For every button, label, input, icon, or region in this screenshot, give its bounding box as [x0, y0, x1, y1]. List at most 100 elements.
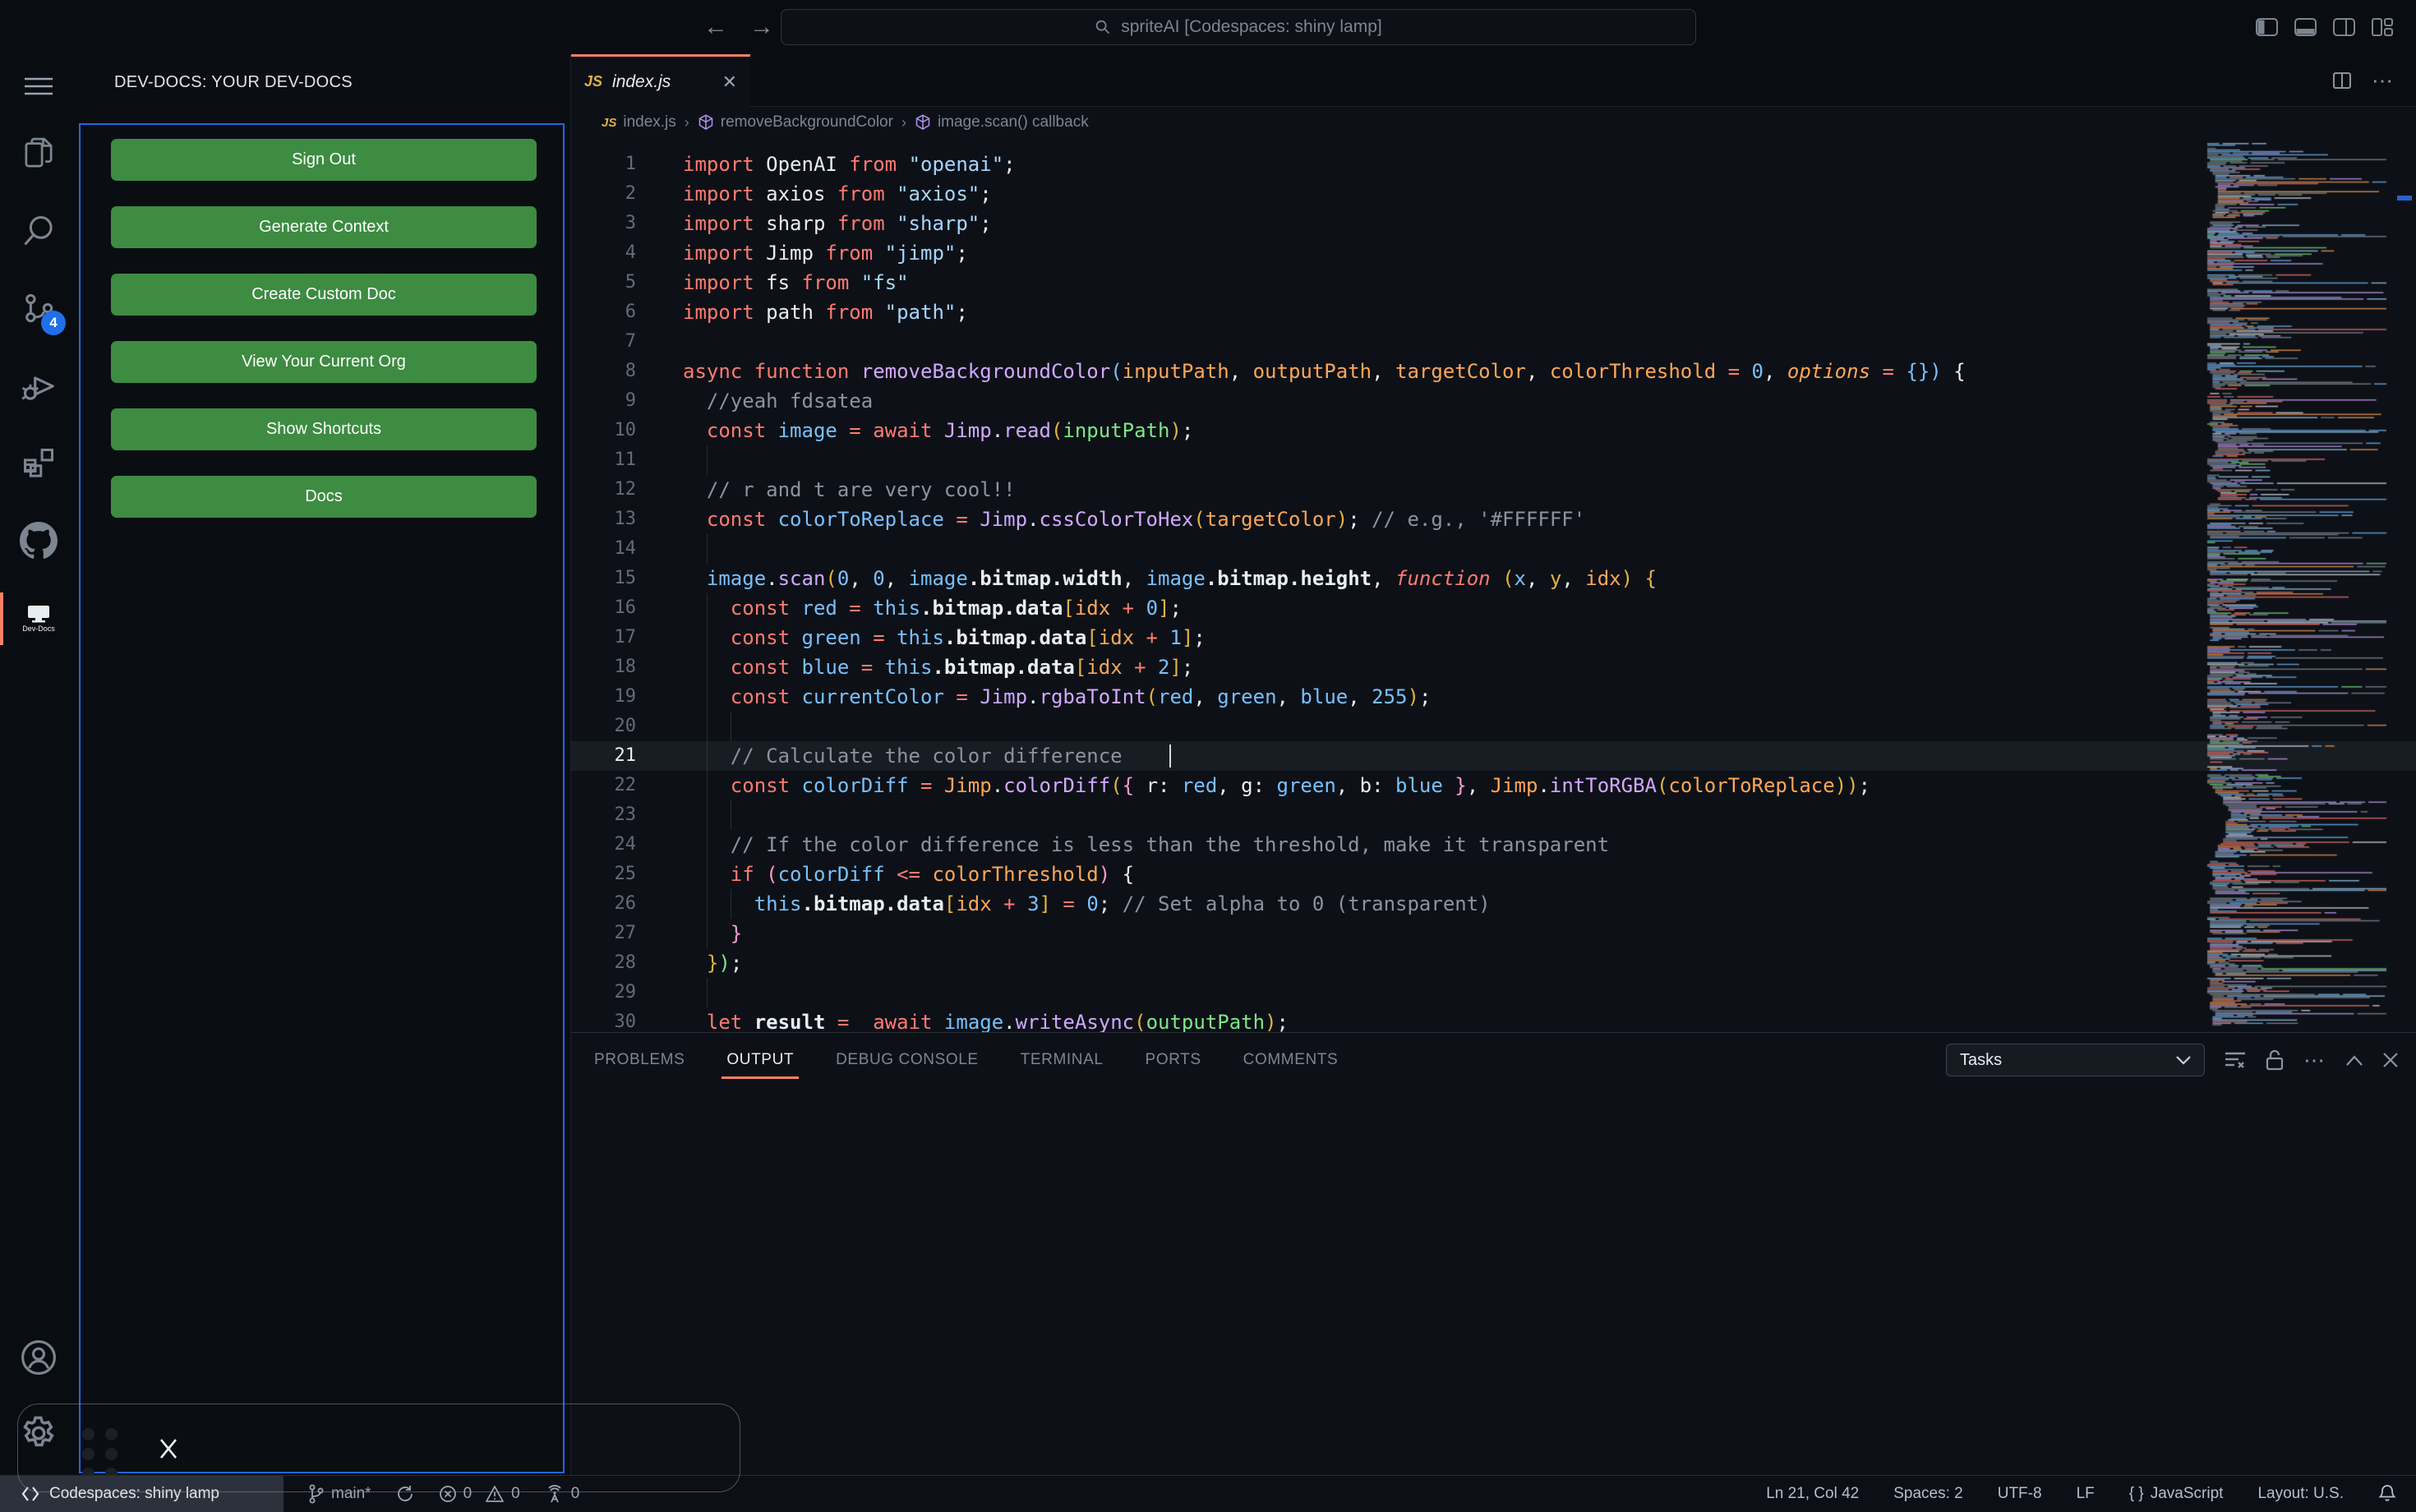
tab-close-icon[interactable]: ✕	[722, 71, 737, 93]
ports-item[interactable]: 0	[545, 1484, 579, 1504]
explorer-icon[interactable]	[0, 125, 77, 182]
source-control-icon[interactable]: 4	[0, 279, 77, 337]
line-number[interactable]: 28	[571, 948, 637, 978]
toggle-sidebar-icon[interactable]	[2256, 18, 2278, 36]
code-line-4[interactable]: 4 import Jimp from "jimp";	[571, 238, 2416, 268]
maximize-panel-icon[interactable]	[2346, 1054, 2363, 1066]
clear-output-icon[interactable]	[2225, 1050, 2246, 1070]
code-line-13[interactable]: 13 const colorToReplace = Jimp.cssColorT…	[571, 505, 2416, 534]
code-line-29[interactable]: 29	[571, 978, 2416, 1007]
dev-docs-view-icon[interactable]: Dev-Docs	[0, 590, 77, 648]
tab-index-js[interactable]: JS index.js ✕	[571, 54, 750, 107]
line-number[interactable]: 21	[571, 741, 637, 771]
line-number[interactable]: 25	[571, 860, 637, 889]
sidebar-button-generate-context[interactable]: Generate Context	[111, 206, 537, 248]
code-line-1[interactable]: 1 import OpenAI from "openai";	[571, 150, 2416, 179]
line-number[interactable]: 26	[571, 889, 637, 919]
line-number[interactable]: 18	[571, 652, 637, 682]
code-editor[interactable]: 1 import OpenAI from "openai"; 2 import axi…	[571, 138, 2416, 1032]
minimap[interactable]	[2202, 140, 2394, 1030]
git-sync-item[interactable]	[396, 1485, 414, 1503]
line-number[interactable]: 4	[571, 238, 636, 268]
line-number[interactable]: 15	[571, 564, 637, 593]
line-number[interactable]: 10	[571, 416, 637, 445]
code-line-20[interactable]: 20	[571, 712, 2416, 741]
code-line-5[interactable]: 5 import fs from "fs"	[571, 268, 2416, 297]
sidebar-button-create-custom-doc[interactable]: Create Custom Doc	[111, 274, 537, 316]
search-view-icon[interactable]	[0, 202, 77, 260]
line-number[interactable]: 14	[571, 534, 637, 564]
code-line-3[interactable]: 3 import sharp from "sharp";	[571, 209, 2416, 238]
remote-indicator[interactable]: Codespaces: shiny lamp	[0, 1476, 284, 1512]
line-number[interactable]: 23	[571, 800, 637, 830]
keyboard-layout[interactable]: Layout: U.S.	[2257, 1485, 2344, 1503]
panel-tab-terminal[interactable]: TERMINAL	[1019, 1046, 1105, 1074]
breadcrumb-item[interactable]: JS index.js	[602, 113, 676, 131]
output-channel-select[interactable]: Tasks	[1946, 1044, 2205, 1076]
code-line-18[interactable]: 18 const blue = this.bitmap.data[idx + 2…	[571, 652, 2416, 682]
code-line-6[interactable]: 6 import path from "path";	[571, 297, 2416, 327]
code-line-24[interactable]: 24 // If the color difference is less th…	[571, 830, 2416, 860]
breadcrumb-item[interactable]: removeBackgroundColor	[698, 113, 893, 131]
line-number[interactable]: 2	[571, 179, 636, 209]
eol-sequence[interactable]: LF	[2077, 1485, 2095, 1503]
editor-more-actions-icon[interactable]: ⋯	[2372, 68, 2395, 94]
code-line-26[interactable]: 26 this.bitmap.data[idx + 3] = 0; // Set…	[571, 889, 2416, 919]
line-number[interactable]: 27	[571, 919, 637, 948]
command-center[interactable]: spriteAI [Codespaces: shiny lamp]	[781, 9, 1696, 45]
toggle-panel-icon[interactable]	[2294, 18, 2317, 36]
nav-forward-icon[interactable]: →	[749, 13, 774, 41]
line-number[interactable]: 19	[571, 682, 637, 712]
line-number[interactable]: 16	[571, 593, 637, 623]
code-line-21[interactable]: 21 // Calculate the color difference	[571, 741, 2416, 771]
code-line-25[interactable]: 25 if (colorDiff <= colorThreshold) {	[571, 860, 2416, 889]
sidebar-button-show-shortcuts[interactable]: Show Shortcuts	[111, 408, 537, 450]
line-number[interactable]: 7	[571, 327, 636, 357]
panel-tab-output[interactable]: OUTPUT	[722, 1046, 799, 1079]
sidebar-button-docs[interactable]: Docs	[111, 476, 537, 518]
line-number[interactable]: 12	[571, 475, 637, 505]
code-line-9[interactable]: 9 //yeah fdsatea	[571, 386, 2416, 416]
line-number[interactable]: 17	[571, 623, 637, 652]
line-number[interactable]: 13	[571, 505, 637, 534]
line-number[interactable]: 9	[571, 386, 636, 416]
notifications-bell-icon[interactable]	[2378, 1484, 2396, 1504]
run-debug-icon[interactable]	[0, 357, 77, 415]
code-line-8[interactable]: 8 async function removeBackgroundColor(in…	[571, 357, 2416, 386]
customize-layout-icon[interactable]	[2372, 18, 2393, 36]
panel-tab-debug-console[interactable]: DEBUG CONSOLE	[834, 1046, 980, 1074]
line-number[interactable]: 24	[571, 830, 637, 860]
code-line-19[interactable]: 19 const currentColor = Jimp.rgbaToInt(r…	[571, 682, 2416, 712]
code-line-15[interactable]: 15 image.scan(0, 0, image.bitmap.width, …	[571, 564, 2416, 593]
panel-tab-problems[interactable]: PROBLEMS	[592, 1046, 686, 1074]
language-mode[interactable]: { } JavaScript	[2129, 1485, 2224, 1503]
github-icon[interactable]	[0, 512, 77, 569]
code-line-30[interactable]: 30 let result = await image.writeAsync(o…	[571, 1007, 2416, 1032]
line-number[interactable]: 29	[571, 978, 637, 1007]
toggle-secondary-sidebar-icon[interactable]	[2333, 18, 2355, 36]
code-line-11[interactable]: 11	[571, 445, 2416, 475]
cursor-position[interactable]: Ln 21, Col 42	[1766, 1485, 1859, 1503]
code-line-28[interactable]: 28 });	[571, 948, 2416, 978]
line-number[interactable]: 30	[571, 1007, 637, 1032]
indentation[interactable]: Spaces: 2	[1893, 1485, 1963, 1503]
sidebar-button-view-your-current-org[interactable]: View Your Current Org	[111, 341, 537, 383]
line-number[interactable]: 5	[571, 268, 636, 297]
line-number[interactable]: 1	[571, 150, 636, 179]
breadcrumb-item[interactable]: image.scan() callback	[915, 113, 1089, 131]
encoding[interactable]: UTF-8	[1998, 1485, 2042, 1503]
panel-tab-ports[interactable]: PORTS	[1144, 1046, 1203, 1074]
panel-tab-comments[interactable]: COMMENTS	[1242, 1046, 1340, 1074]
line-number[interactable]: 3	[571, 209, 636, 238]
close-panel-icon[interactable]	[2382, 1052, 2399, 1068]
webview-close-icon[interactable]	[158, 1438, 179, 1459]
code-line-27[interactable]: 27 }	[571, 919, 2416, 948]
nav-back-icon[interactable]: ←	[703, 13, 728, 41]
code-line-17[interactable]: 17 const green = this.bitmap.data[idx + …	[571, 623, 2416, 652]
line-number[interactable]: 20	[571, 712, 637, 741]
code-line-22[interactable]: 22 const colorDiff = Jimp.colorDiff({ r:…	[571, 771, 2416, 800]
code-line-7[interactable]: 7	[571, 327, 2416, 357]
problems-item[interactable]: 0 0	[439, 1485, 520, 1503]
line-number[interactable]: 8	[571, 357, 636, 386]
code-line-14[interactable]: 14	[571, 534, 2416, 564]
